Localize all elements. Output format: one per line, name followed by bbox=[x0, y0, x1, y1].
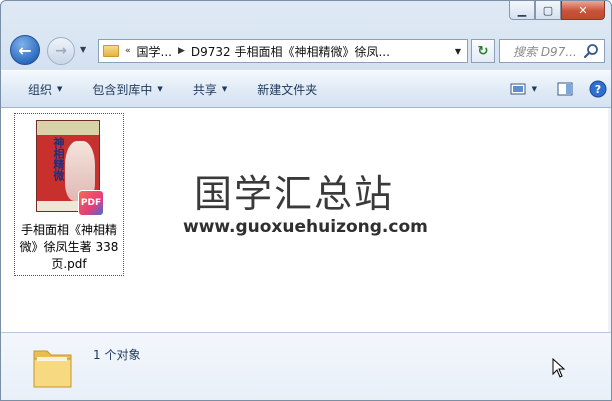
cover-title: 神相精微 bbox=[52, 137, 65, 181]
share-menu[interactable]: 共享 ▼ bbox=[185, 76, 235, 102]
file-name-line: 手相面相《神相精 bbox=[20, 223, 117, 237]
file-name-line: 微》徐凤生著 338 bbox=[19, 240, 119, 254]
search-input[interactable]: 搜索 D97... bbox=[500, 43, 577, 60]
file-name: 手相面相《神相精 微》徐凤生著 338 页.pdf bbox=[15, 222, 123, 273]
address-dropdown-icon[interactable]: ▼ bbox=[455, 47, 461, 56]
chevron-right-icon[interactable]: ▶ bbox=[178, 46, 185, 56]
file-item[interactable]: 神相精微 PDF 手相面相《神相精 微》徐凤生著 338 页.pdf bbox=[14, 113, 124, 276]
include-in-library-menu[interactable]: 包含到库中 ▼ bbox=[84, 76, 170, 102]
overflow-icon[interactable]: « bbox=[125, 46, 131, 56]
close-button[interactable]: ✕ bbox=[561, 1, 605, 20]
chevron-down-icon: ▼ bbox=[531, 85, 537, 93]
cover-header bbox=[37, 121, 99, 135]
minimize-button[interactable]: ▁ bbox=[509, 1, 535, 20]
view-icon bbox=[510, 83, 526, 95]
watermark-title: 国学汇总站 bbox=[194, 172, 395, 216]
mouse-cursor-icon bbox=[552, 358, 566, 378]
folder-icon bbox=[103, 45, 119, 57]
svg-text:?: ? bbox=[595, 83, 601, 96]
caption-buttons: ▁ ▢ ✕ bbox=[509, 1, 605, 20]
chevron-down-icon: ▼ bbox=[80, 45, 87, 54]
search-icon bbox=[583, 44, 598, 59]
explorer-window: ▁ ▢ ✕ ← → ▼ « 国学... ▶ D9732 手相面相《神相精微》徐凤… bbox=[0, 0, 612, 401]
scroll-track[interactable] bbox=[608, 108, 611, 332]
details-pane: 1 个对象 bbox=[1, 332, 611, 400]
address-bar[interactable]: « 国学... ▶ D9732 手相面相《神相精微》徐凤... ▼ bbox=[98, 39, 468, 63]
forward-button[interactable]: → bbox=[47, 37, 75, 65]
folder-icon bbox=[33, 350, 72, 388]
minimize-icon: ▁ bbox=[517, 3, 527, 17]
chevron-down-icon: ▼ bbox=[221, 85, 228, 93]
preview-pane-button[interactable] bbox=[557, 77, 573, 101]
new-folder-button[interactable]: 新建文件夹 bbox=[249, 76, 325, 102]
command-bar: 组织 ▼ 包含到库中 ▼ 共享 ▼ 新建文件夹 ▼ ? bbox=[1, 70, 611, 108]
change-view-button[interactable]: ▼ bbox=[510, 77, 537, 101]
chevron-down-icon: ▼ bbox=[157, 85, 163, 93]
back-arrow-icon: ← bbox=[18, 40, 32, 60]
pdf-icon: PDF bbox=[78, 190, 104, 216]
refresh-icon: ↻ bbox=[477, 43, 489, 59]
view-controls: ▼ ? bbox=[500, 77, 607, 101]
chevron-down-icon: ▼ bbox=[57, 85, 63, 93]
refresh-button[interactable]: ↻ bbox=[471, 39, 495, 63]
back-button[interactable]: ← bbox=[10, 35, 40, 65]
help-button[interactable]: ? bbox=[589, 77, 607, 101]
maximize-button[interactable]: ▢ bbox=[535, 1, 561, 20]
breadcrumb-current[interactable]: D9732 手相面相《神相精微》徐凤... bbox=[191, 43, 390, 60]
include-in-library-label: 包含到库中 bbox=[92, 82, 153, 97]
forward-arrow-icon: → bbox=[55, 43, 67, 59]
file-list[interactable]: 神相精微 PDF 手相面相《神相精 微》徐凤生著 338 页.pdf 国学汇总站… bbox=[1, 108, 611, 332]
organize-label: 组织 bbox=[28, 82, 53, 97]
item-count: 1 个对象 bbox=[93, 348, 141, 362]
breadcrumb-root[interactable]: 国学... bbox=[137, 43, 172, 60]
close-icon: ✕ bbox=[578, 3, 588, 17]
file-name-line: 页.pdf bbox=[51, 257, 87, 271]
organize-menu[interactable]: 组织 ▼ bbox=[20, 76, 70, 102]
recent-pages-button[interactable]: ▼ bbox=[80, 45, 86, 54]
preview-pane-icon bbox=[557, 82, 573, 96]
new-folder-label: 新建文件夹 bbox=[257, 82, 318, 97]
share-label: 共享 bbox=[192, 82, 217, 97]
maximize-icon: ▢ bbox=[542, 3, 554, 17]
help-icon: ? bbox=[589, 80, 607, 98]
search-box[interactable]: 搜索 D97... bbox=[499, 39, 605, 63]
watermark-url: www.guoxuehuizong.com bbox=[183, 217, 428, 237]
navigation-bar: ← → ▼ « 国学... ▶ D9732 手相面相《神相精微》徐凤... ▼ … bbox=[1, 33, 611, 65]
